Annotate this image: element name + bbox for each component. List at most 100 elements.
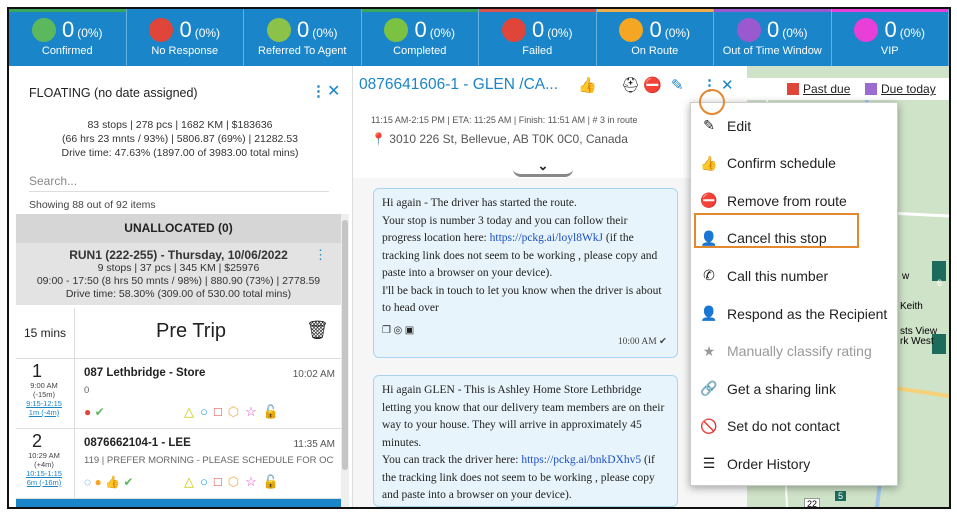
stop-detail-title[interactable]: 0876641606-1 - GLEN /CA... <box>359 76 558 94</box>
square-icon[interactable]: □ <box>214 474 228 489</box>
menu-item-call-this-number[interactable]: ✆ Call this number <box>691 257 897 294</box>
close-icon[interactable]: ✕ <box>721 76 734 94</box>
status-label: Out of Time Window <box>722 45 822 57</box>
stop-dist-link[interactable]: 1m (-4m) <box>18 408 70 417</box>
legend-past-due-label: Past due <box>803 82 851 96</box>
menu-item-respond-as-the-recipient[interactable]: 👤 Respond as the Recipient <box>691 295 897 332</box>
triangle-icon[interactable]: △ <box>184 404 200 419</box>
user-pin-icon[interactable]: ⛑ <box>621 76 640 94</box>
star-icon[interactable]: ☆ <box>245 404 263 419</box>
menu-item-set-do-not-contact[interactable]: 🚫 Set do not contact <box>691 408 897 445</box>
map-marker[interactable]: 5 <box>835 491 847 501</box>
stop-window-link[interactable]: 9:15-12:15 <box>18 399 70 408</box>
status-count: 0 <box>766 17 780 42</box>
menu-item-get-a-sharing-link[interactable]: 🔗 Get a sharing link <box>691 370 897 407</box>
run-kebab-icon[interactable]: ⋮ <box>314 247 327 263</box>
triangle-icon[interactable]: △ <box>184 474 200 489</box>
message-line: You can track the driver here: https://p… <box>382 452 669 505</box>
selected-row-bar[interactable] <box>16 499 341 507</box>
check-circle-icon: ✔ <box>94 405 105 419</box>
pencil-icon: ✎ <box>703 117 715 133</box>
status-accent <box>596 9 713 12</box>
tracking-link[interactable]: https://pckg.ai/loyl8WkJ <box>490 232 603 244</box>
square-icon[interactable]: □ <box>214 404 228 419</box>
menu-item-confirm-schedule[interactable]: 👍 Confirm schedule <box>691 145 897 182</box>
close-icon[interactable]: ✕ <box>327 81 340 101</box>
menu-item-label: Get a sharing link <box>727 380 836 397</box>
menu-item-edit[interactable]: ✎ Edit <box>691 107 897 144</box>
status-count: 0 <box>884 17 897 42</box>
stop-row[interactable]: 2 10:29 AM (+4m) 10:15-1:15 6m (-16m) 08… <box>16 429 341 499</box>
clock-icon <box>736 18 761 42</box>
status-card-referred-to-agent[interactable]: 0 (0%) Referred To Agent <box>244 9 362 66</box>
unallocated-header[interactable]: UNALLOCATED (0) <box>16 214 341 243</box>
scrollbar[interactable] <box>341 214 349 507</box>
menu-item-order-history[interactable]: ☰ Order History <box>691 445 897 482</box>
scrollbar-thumb[interactable] <box>342 220 348 470</box>
menu-item-manually-classify-rating: ★ Manually classify rating <box>691 333 897 370</box>
status-label: No Response <box>151 45 219 57</box>
stop-shape-icons[interactable]: △○□⬡☆🔓 <box>184 404 285 420</box>
menu-item-label: Edit <box>727 117 752 134</box>
address-text: 3010 226 St, Bellevue, AB T0K 0C0, Canad… <box>389 132 628 146</box>
stop-number: 2 <box>32 431 43 451</box>
showing-count: Showing 88 out of 92 items <box>29 199 156 211</box>
stop-shape-icons[interactable]: △○□⬡☆🔓 <box>184 474 285 490</box>
list-icon: ☰ <box>702 455 716 472</box>
status-count: 0 <box>179 17 192 42</box>
message-bubble: Hi again - The driver has started the ro… <box>373 188 678 358</box>
double-check-icon: ✔ <box>659 336 667 347</box>
stop-time: 10:29 AM (+4m) 10:15-1:15 6m (-16m) <box>18 451 70 487</box>
status-card-out-of-time-window[interactable]: 0 (0%) Out of Time Window <box>714 9 832 66</box>
map-marker[interactable]: 6 <box>937 278 942 288</box>
run-line: 09:00 - 17:50 (8 hrs 50 mnts / 98%) | 88… <box>36 275 321 287</box>
star-icon[interactable]: ☆ <box>245 474 263 489</box>
x-circle-icon <box>501 18 526 42</box>
shield-icon[interactable]: ⬡ <box>228 404 245 419</box>
minus-circle-icon[interactable]: ⛔ <box>643 76 662 94</box>
edit-icon[interactable]: ✎ <box>671 76 684 94</box>
tracking-link[interactable]: https://pckg.ai/bnkDXhv5 <box>521 454 641 466</box>
chat-bubbles-icon <box>149 18 174 42</box>
status-card-on-route[interactable]: 0 (0%) On Route <box>596 9 714 66</box>
status-bar: 0 (0%) Confirmed 0 (0%) No Response 0 (0%) Refer… <box>9 9 949 66</box>
status-card-failed[interactable]: 0 (0%) Failed <box>479 9 597 66</box>
pretrip-mins: 15 mins <box>24 326 67 340</box>
status-row: 0 (0%) <box>832 17 949 43</box>
circle-icon[interactable]: ○ <box>200 404 214 419</box>
stop-row[interactable]: 1 9:00 AM (-15m) 9:15-12:15 1m (-4m) 087… <box>16 359 341 429</box>
thumbs-up-icon: 👍 <box>105 475 121 489</box>
circle-icon[interactable]: ○ <box>200 474 214 489</box>
lock-icon[interactable]: 🔓 <box>263 474 285 489</box>
status-count: 0 <box>414 17 427 42</box>
status-label: Completed <box>393 45 447 57</box>
pretrip-row[interactable]: 15 mins Pre Trip 🗑 <box>16 308 341 359</box>
lock-icon[interactable]: 🔓 <box>263 404 285 419</box>
thumbs-up-icon: 👍 <box>578 77 597 94</box>
trash-icon[interactable]: 🗑 <box>306 320 329 341</box>
run-title: RUN1 (222-255) - Thursday, 10/06/2022 <box>69 248 288 262</box>
shield-icon[interactable]: ⬡ <box>228 474 245 489</box>
kebab-menu-icon[interactable]: ⋮ <box>311 82 326 100</box>
stop-name: 0876662104-1 - LEE <box>84 437 191 449</box>
chevron-down-icon[interactable]: ⌄ <box>513 158 573 177</box>
status-row: 0 (0%) <box>9 17 126 43</box>
run-header[interactable]: RUN1 (222-255) - Thursday, 10/06/2022 9 … <box>16 243 341 305</box>
stop-window-link[interactable]: 10:15-1:15 <box>18 469 70 478</box>
status-label: Failed <box>522 45 553 57</box>
status-card-completed[interactable]: 0 (0%) Completed <box>361 9 479 66</box>
status-card-confirmed[interactable]: 0 (0%) Confirmed <box>9 9 127 66</box>
search-input[interactable]: Search... <box>29 174 329 192</box>
chat-icon: ◌ <box>84 475 92 489</box>
status-card-no-response[interactable]: 0 (0%) No Response <box>126 9 244 66</box>
stop-context-menu: ✎ Edit 👍 Confirm schedule ⛔ Remove from route… <box>690 102 898 486</box>
stop-dist-link[interactable]: 6m (-16m) <box>18 478 70 487</box>
legend-due-today-label: Due today <box>881 82 936 96</box>
status-card-vip[interactable]: 0 (0%) VIP <box>831 9 949 66</box>
status-row: 0 (0%) <box>479 17 596 43</box>
run-line: 9 stops | 37 pcs | 345 KM | $25976 <box>97 262 260 274</box>
pretrip-title: Pre Trip <box>156 320 227 342</box>
stop-time: 9:00 AM (-15m) 9:15-12:15 1m (-4m) <box>18 381 70 417</box>
status-count: 0 <box>296 17 310 42</box>
status-pct: (0%) <box>312 26 338 40</box>
